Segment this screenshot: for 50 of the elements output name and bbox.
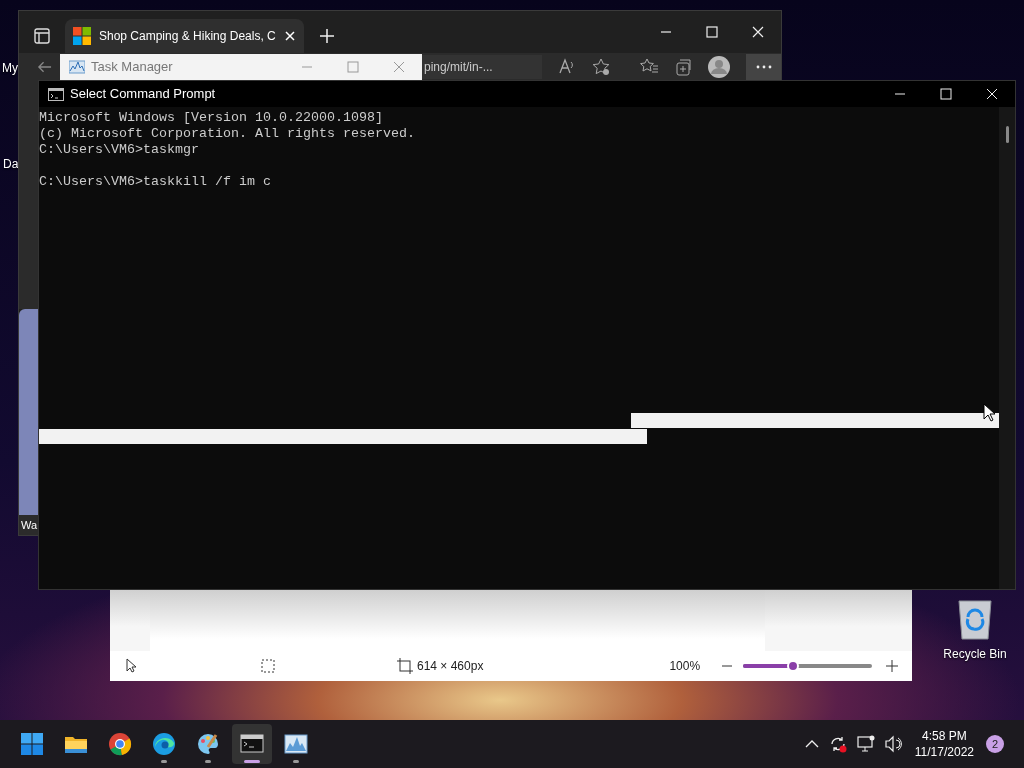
- cursor-icon: [983, 403, 997, 423]
- wave-logo-icon: [152, 732, 176, 756]
- window-title: Task Manager: [91, 58, 173, 77]
- plus-icon: [318, 28, 335, 44]
- selection-icon[interactable]: [261, 659, 275, 673]
- terminal-icon: [240, 732, 264, 756]
- speaker-icon[interactable]: [884, 735, 903, 753]
- scrollbar[interactable]: [999, 107, 1015, 589]
- palette-icon: [196, 732, 220, 756]
- recycle-bin-icon[interactable]: [955, 597, 995, 641]
- tab-title: Shop Camping & Hiking Deals, C: [99, 28, 276, 45]
- console-line: (c) Microsoft Corporation. All rights reserved.: [39, 126, 415, 142]
- avatar-icon[interactable]: [708, 56, 730, 78]
- chart-icon: [69, 60, 85, 74]
- zoom-level: 100%: [669, 658, 701, 675]
- window-title: Select Command Prompt: [70, 85, 216, 104]
- four-squares-logo-icon: [73, 27, 91, 45]
- circle-logo-icon: [108, 732, 132, 756]
- sync-icon[interactable]: [828, 735, 847, 753]
- more-icon: [755, 65, 772, 69]
- favorites-icon[interactable]: [640, 58, 658, 76]
- chart-icon: [284, 732, 308, 756]
- desktop-icon-label[interactable]: Recycle Bin: [943, 645, 1007, 663]
- crop-icon[interactable]: [397, 658, 413, 674]
- console-line: Microsoft Windows [Version 10.0.22000.1098]: [39, 110, 383, 126]
- clock-time[interactable]: 4:58 PM: [914, 728, 974, 744]
- scrollbar-thumb[interactable]: [1005, 126, 1009, 143]
- terminal-icon: [48, 87, 64, 101]
- image-size: 614 × 460px: [417, 658, 484, 675]
- read-aloud-icon[interactable]: [558, 58, 576, 76]
- taskbar-button[interactable]: [232, 724, 272, 764]
- slider-thumb[interactable]: [787, 660, 800, 672]
- console-line: C:\Users\VM6>taskmgr: [39, 142, 199, 158]
- clock-date[interactable]: 11/17/2022: [914, 744, 974, 760]
- monitor-icon[interactable]: [856, 735, 875, 753]
- pointer-icon[interactable]: [126, 658, 138, 674]
- browser-tab[interactable]: Shop Camping & Hiking Deals, C: [65, 19, 304, 53]
- side-panel-label: Wa: [20, 517, 38, 533]
- window-panel-icon: [34, 28, 50, 44]
- four-squares-logo-icon: [20, 732, 44, 756]
- star-plus-icon[interactable]: [592, 58, 610, 76]
- desktop-icon-label[interactable]: Da: [3, 155, 19, 173]
- plus-icon[interactable]: [886, 660, 899, 672]
- desktop-icon-label[interactable]: My: [2, 59, 18, 77]
- collections-icon[interactable]: [674, 58, 692, 76]
- chevron-up-icon[interactable]: [804, 739, 819, 749]
- back-arrow-icon[interactable]: [37, 59, 52, 75]
- notification-badge[interactable]: 2: [986, 735, 1004, 753]
- console-line: C:\Users\VM6>taskkill /f im c: [39, 173, 271, 190]
- close-icon[interactable]: [283, 30, 296, 42]
